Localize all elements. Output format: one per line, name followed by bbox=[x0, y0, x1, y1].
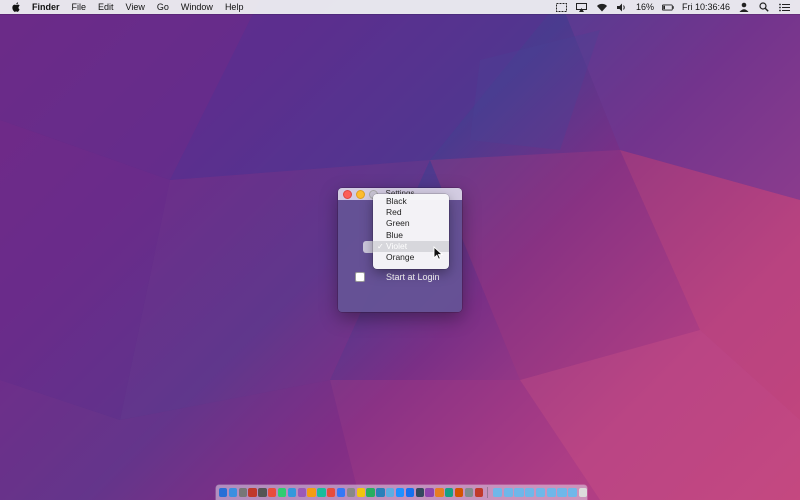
airplay-icon[interactable] bbox=[576, 2, 588, 12]
menu-view[interactable]: View bbox=[126, 2, 145, 12]
dock-folder-icon[interactable] bbox=[503, 488, 513, 497]
dropdown-item-label: Green bbox=[386, 218, 410, 229]
dock-app-icon[interactable] bbox=[268, 488, 277, 497]
start-at-login-row: Start at Login bbox=[355, 272, 440, 282]
dock-app-icon[interactable] bbox=[238, 488, 247, 497]
menu-bar: Finder File Edit View Go Window Help 16%… bbox=[0, 0, 800, 14]
dropdown-item-label: Black bbox=[386, 196, 407, 206]
dock-separator bbox=[487, 487, 489, 498]
menu-edit[interactable]: Edit bbox=[98, 2, 114, 12]
dock-app-icon[interactable] bbox=[219, 488, 228, 497]
dock-app-icon[interactable] bbox=[405, 488, 415, 497]
dock-app-icon[interactable] bbox=[386, 488, 395, 497]
wifi-icon[interactable] bbox=[596, 2, 608, 12]
dropdown-item-label: Orange bbox=[386, 251, 415, 262]
user-icon[interactable] bbox=[738, 2, 750, 12]
checkmark-icon: ✓ bbox=[377, 241, 384, 251]
dock bbox=[216, 485, 588, 500]
battery-percentage: 16% bbox=[635, 2, 654, 12]
dock-folder-icon[interactable] bbox=[557, 488, 567, 497]
menubar-clock[interactable]: Fri 10:36:46 bbox=[682, 2, 730, 12]
dock-app-icon[interactable] bbox=[327, 488, 336, 497]
dock-app-icon[interactable] bbox=[425, 488, 434, 497]
dock-app-icon[interactable] bbox=[248, 488, 257, 497]
start-at-login-checkbox[interactable] bbox=[355, 272, 365, 282]
dropdown-item-black[interactable]: Black bbox=[373, 196, 449, 207]
dock-app-icon[interactable] bbox=[395, 488, 405, 497]
dock-folder-icon[interactable] bbox=[514, 488, 524, 497]
mouse-cursor-icon bbox=[433, 246, 444, 260]
dock-folder-icon[interactable] bbox=[535, 488, 546, 497]
dropdown-item-blue[interactable]: Blue bbox=[373, 230, 449, 241]
dock-app-icon[interactable] bbox=[464, 488, 474, 497]
dock-app-icon[interactable] bbox=[366, 488, 375, 497]
screen-sharing-icon[interactable] bbox=[556, 2, 568, 12]
notification-center-icon[interactable] bbox=[778, 2, 790, 12]
dock-folder-icon[interactable] bbox=[568, 488, 578, 497]
menu-go[interactable]: Go bbox=[157, 2, 169, 12]
menu-window[interactable]: Window bbox=[181, 2, 213, 12]
dock-app-icon[interactable] bbox=[287, 488, 297, 497]
dropdown-item-label: Violet bbox=[386, 240, 408, 251]
dock-folder-icon[interactable] bbox=[492, 488, 503, 497]
dock-app-icon[interactable] bbox=[454, 488, 464, 497]
menu-app-finder[interactable]: Finder bbox=[32, 2, 60, 12]
dropdown-item-label: Red bbox=[386, 207, 402, 218]
start-at-login-label: Start at Login bbox=[386, 272, 440, 282]
dock-app-icon[interactable] bbox=[356, 488, 365, 497]
dock-app-icon[interactable] bbox=[376, 488, 385, 497]
trash-icon[interactable] bbox=[578, 488, 588, 497]
spotlight-icon[interactable] bbox=[758, 2, 770, 12]
battery-icon[interactable] bbox=[661, 2, 674, 12]
dock-folder-icon[interactable] bbox=[546, 488, 556, 497]
dock-app-icon[interactable] bbox=[307, 488, 316, 497]
dock-app-icon[interactable] bbox=[336, 488, 346, 497]
dropdown-item-label: Blue bbox=[386, 229, 404, 240]
dock-app-icon[interactable] bbox=[445, 488, 454, 497]
dock-app-icon[interactable] bbox=[297, 488, 306, 497]
dock-app-icon[interactable] bbox=[317, 488, 326, 497]
dock-app-icon[interactable] bbox=[415, 488, 424, 497]
dock-app-icon[interactable] bbox=[346, 488, 356, 497]
dock-app-icon[interactable] bbox=[435, 488, 444, 497]
menu-file[interactable]: File bbox=[72, 2, 87, 12]
dock-app-icon[interactable] bbox=[277, 488, 287, 497]
apple-menu-icon[interactable] bbox=[11, 2, 22, 13]
dropdown-item-green[interactable]: Green bbox=[373, 218, 449, 229]
dock-app-icon[interactable] bbox=[228, 488, 238, 497]
dock-app-icon[interactable] bbox=[258, 488, 267, 497]
dropdown-item-red[interactable]: Red bbox=[373, 207, 449, 218]
dock-app-icon[interactable] bbox=[474, 488, 483, 497]
volume-icon[interactable] bbox=[616, 2, 628, 12]
dock-folder-icon[interactable] bbox=[525, 488, 535, 497]
menu-help[interactable]: Help bbox=[225, 2, 244, 12]
